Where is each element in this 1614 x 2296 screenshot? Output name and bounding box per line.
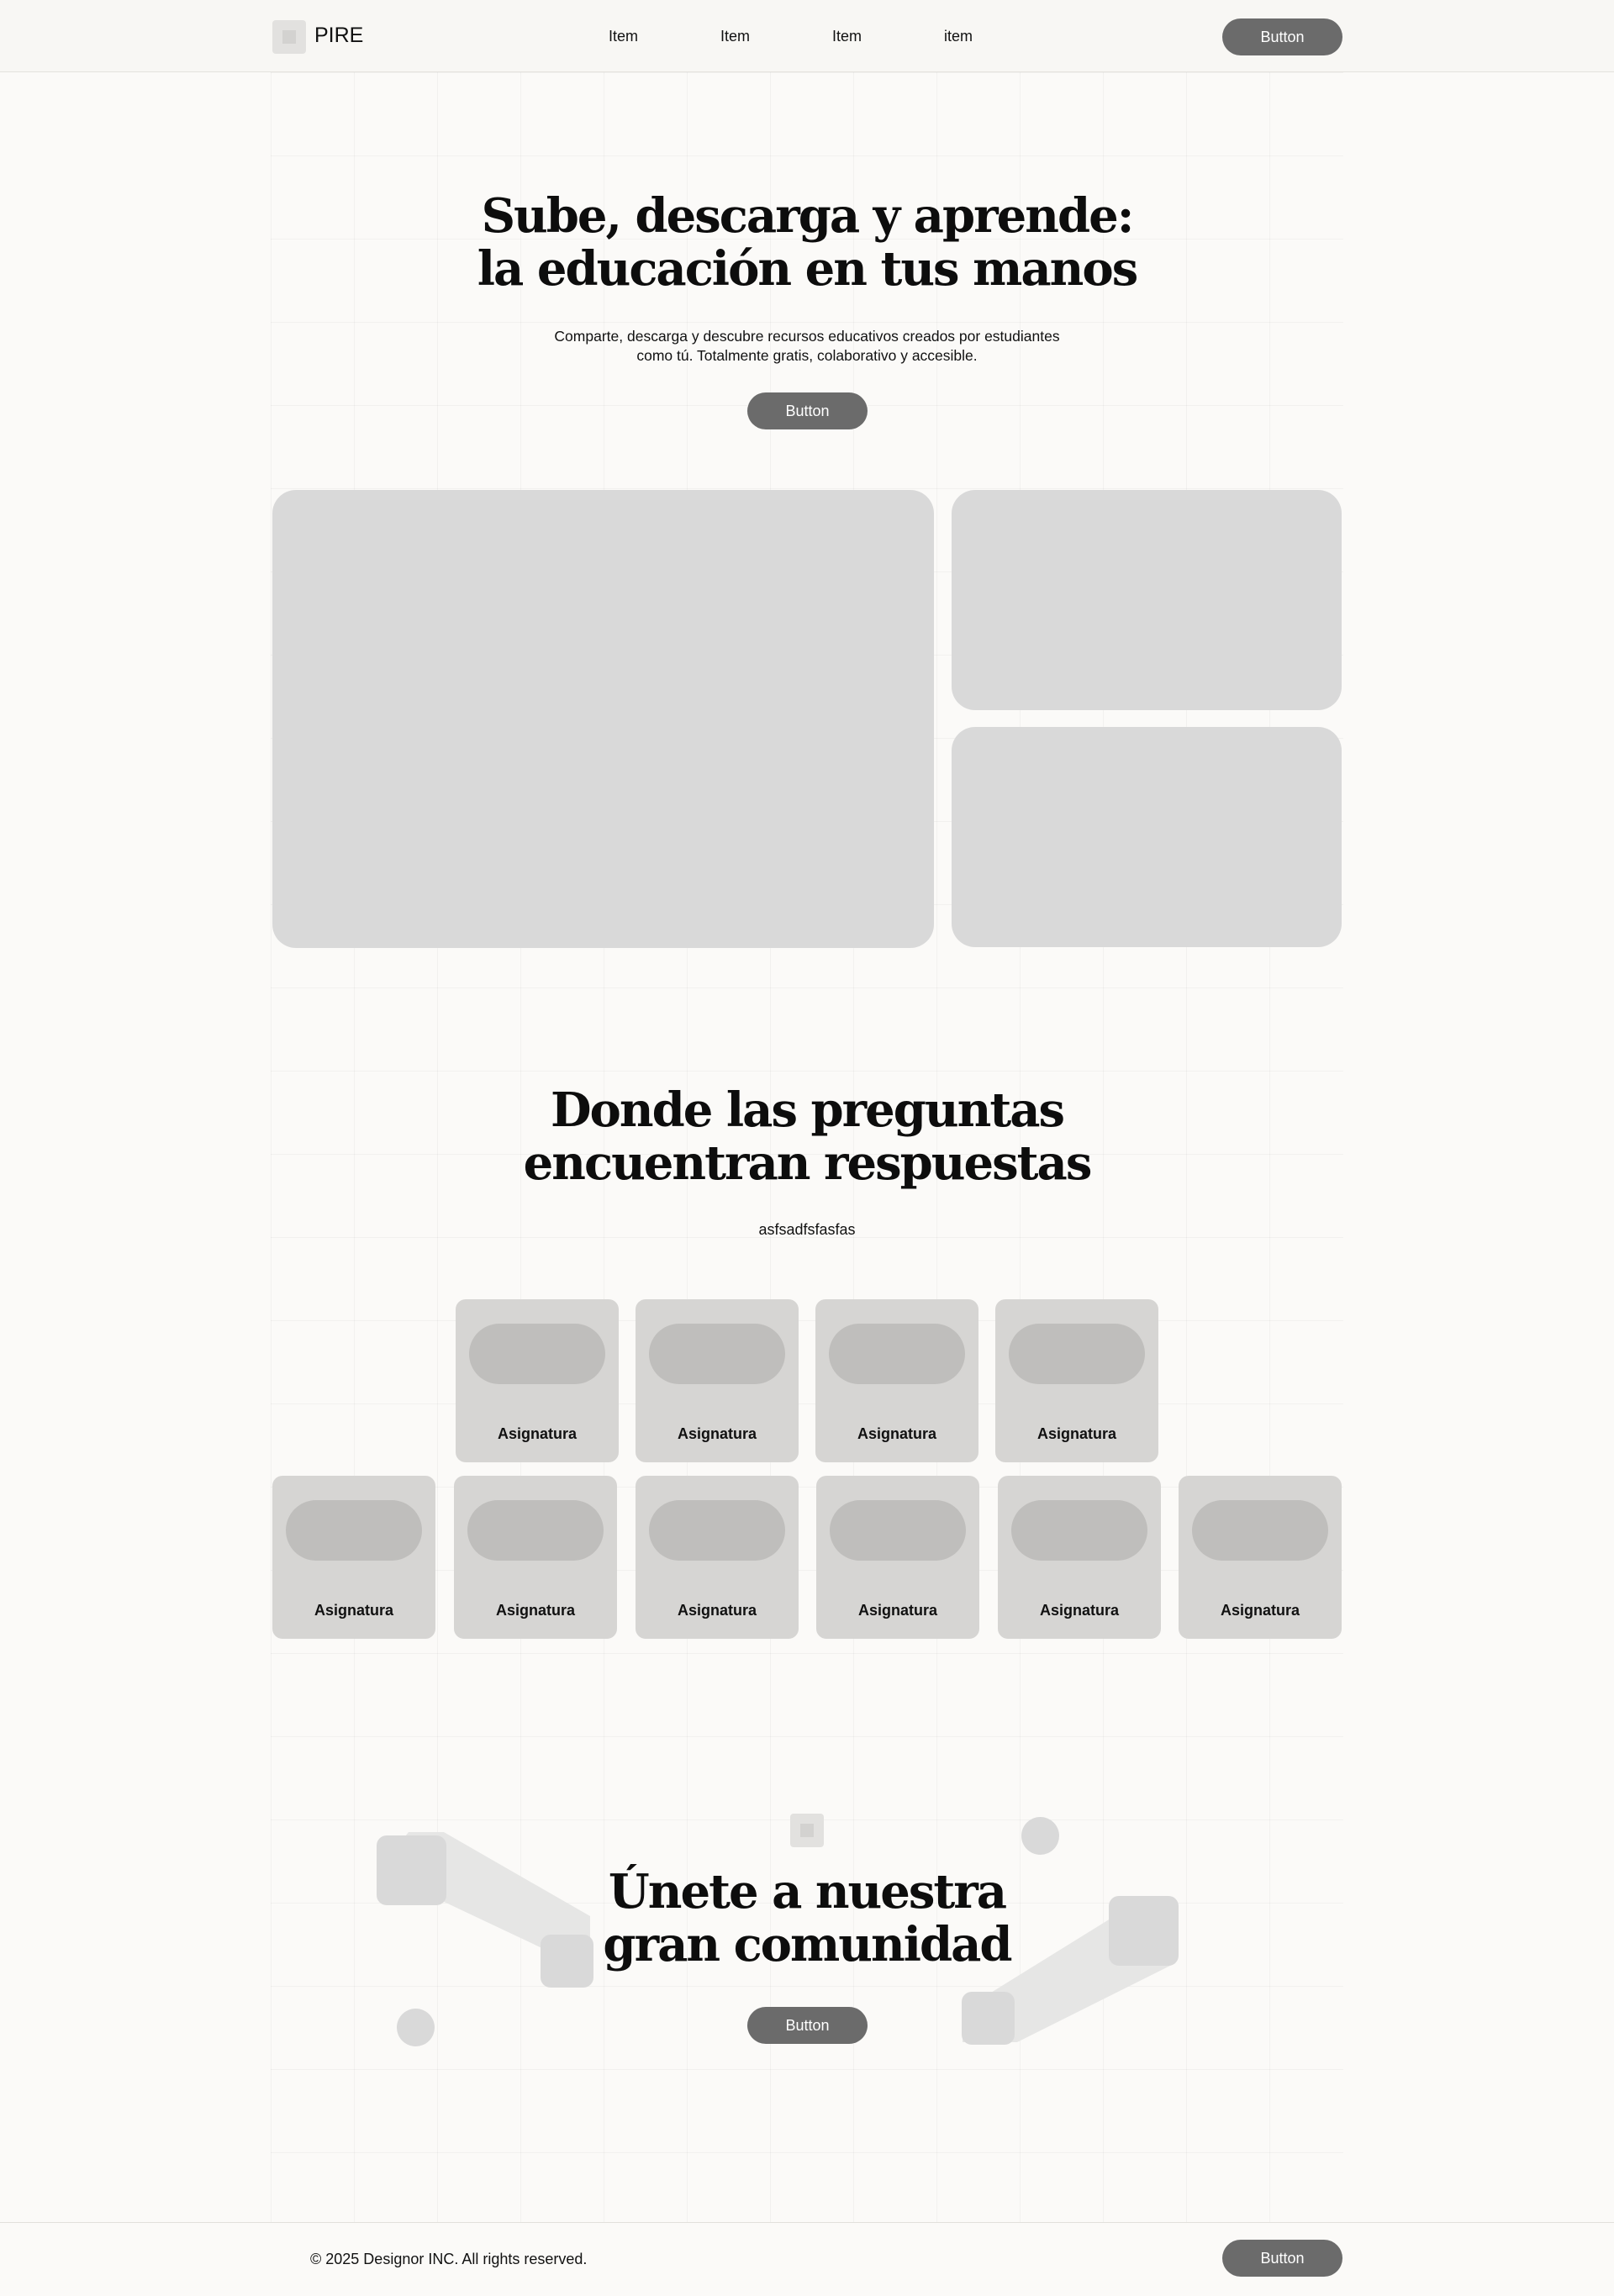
questions-title: Donde las preguntas encuentran respuesta… xyxy=(387,1084,1227,1190)
hero-title-line-1: Sube, descarga y aprende: xyxy=(481,188,1135,244)
subject-card[interactable]: Asignatura xyxy=(995,1299,1158,1462)
subject-icon-placeholder xyxy=(1009,1324,1145,1384)
subject-label: Asignatura xyxy=(1036,1425,1117,1442)
subject-card[interactable]: Asignatura xyxy=(998,1476,1161,1639)
subject-label: Asignatura xyxy=(857,1425,937,1442)
footer-button[interactable]: Button xyxy=(1222,2240,1342,2277)
subject-label: Asignatura xyxy=(1220,1602,1300,1619)
subject-label: Asignatura xyxy=(497,1425,578,1442)
hero-image-bottom-right xyxy=(952,727,1342,947)
subject-card[interactable]: Asignatura xyxy=(1179,1476,1342,1639)
nav-item-3[interactable]: Item xyxy=(832,28,862,45)
footer-copyright: © 2025 Designor INC. All rights reserved… xyxy=(310,2251,588,2267)
hero-image-top-right xyxy=(952,490,1342,710)
subject-card[interactable]: Asignatura xyxy=(272,1476,435,1639)
questions-subtitle: asfsadfsfasfas xyxy=(758,1221,856,1238)
top-navbar: PIRE Item Item Item item Button xyxy=(0,0,1614,72)
subject-icon-placeholder xyxy=(469,1324,605,1384)
header-button[interactable]: Button xyxy=(1222,18,1342,55)
subject-label: Asignatura xyxy=(677,1425,757,1442)
subject-card[interactable]: Asignatura xyxy=(815,1299,978,1462)
subject-label: Asignatura xyxy=(1039,1602,1120,1619)
nav-item-1[interactable]: Item xyxy=(609,28,638,45)
subject-icon-placeholder xyxy=(286,1500,422,1561)
hero-title: Sube, descarga y aprende: la educación e… xyxy=(387,190,1227,296)
hero-subtitle: Comparte, descarga y descubre recursos e… xyxy=(521,327,1093,366)
subject-icon-placeholder xyxy=(467,1500,604,1561)
community-title: Únete a nuestra gran comunidad xyxy=(471,1866,1143,1972)
subject-card[interactable]: Asignatura xyxy=(454,1476,617,1639)
subject-label: Asignatura xyxy=(495,1602,576,1619)
brand-name[interactable]: PIRE xyxy=(314,24,363,48)
small-square-icon xyxy=(790,1814,824,1847)
square-decoration-right-small xyxy=(962,1992,1015,2045)
subject-icon-placeholder xyxy=(1011,1500,1147,1561)
subject-card[interactable]: Asignatura xyxy=(636,1476,799,1639)
hero-button[interactable]: Button xyxy=(747,392,868,429)
community-button[interactable]: Button xyxy=(747,2007,868,2044)
subject-icon-placeholder xyxy=(649,1500,785,1561)
subject-icon-placeholder xyxy=(830,1500,966,1561)
community-title-line-2: gran comunidad xyxy=(603,1917,1012,1972)
circle-decoration-right xyxy=(1021,1817,1059,1855)
subject-card[interactable]: Asignatura xyxy=(456,1299,619,1462)
hero-title-line-2: la educación en tus manos xyxy=(477,241,1138,297)
subject-label: Asignatura xyxy=(314,1602,394,1619)
questions-title-line-2: encuentran respuestas xyxy=(523,1135,1093,1191)
subject-card[interactable]: Asignatura xyxy=(636,1299,799,1462)
community-title-line-1: Únete a nuestra xyxy=(608,1864,1007,1919)
small-square-icon-inner xyxy=(800,1824,814,1837)
nav-item-2[interactable]: Item xyxy=(720,28,750,45)
hero-subtitle-line-2: como tú. Totalmente gratis, colaborativo… xyxy=(636,347,978,364)
questions-title-line-1: Donde las preguntas xyxy=(550,1082,1065,1138)
square-decoration-left-large xyxy=(377,1835,446,1905)
hero-image-large xyxy=(272,490,934,948)
footer: © 2025 Designor INC. All rights reserved… xyxy=(0,2222,1614,2296)
logo-icon[interactable] xyxy=(272,20,306,54)
subject-icon-placeholder xyxy=(829,1324,965,1384)
nav-item-4[interactable]: item xyxy=(944,28,973,45)
subject-icon-placeholder xyxy=(649,1324,785,1384)
circle-decoration-left xyxy=(397,2009,435,2046)
hero-subtitle-line-1: Comparte, descarga y descubre recursos e… xyxy=(554,328,1060,345)
subject-label: Asignatura xyxy=(857,1602,938,1619)
subject-card[interactable]: Asignatura xyxy=(816,1476,979,1639)
subject-icon-placeholder xyxy=(1192,1500,1328,1561)
subject-label: Asignatura xyxy=(677,1602,757,1619)
